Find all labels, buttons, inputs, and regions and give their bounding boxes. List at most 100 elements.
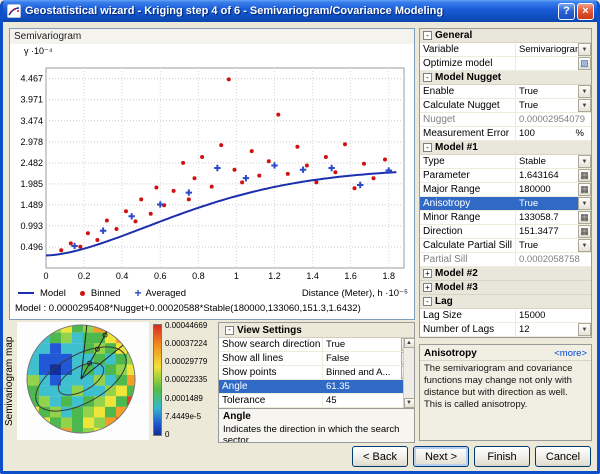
property-row[interactable]: Minor Range 133058.7 ▦ xyxy=(420,211,591,225)
semivariogram-map[interactable] xyxy=(17,322,149,440)
property-row[interactable]: Measurement Error 100% xyxy=(420,127,591,141)
property-row[interactable]: Parameter 1.643164 ▦ xyxy=(420,169,591,183)
calculator-icon[interactable]: ▦ xyxy=(578,225,591,238)
colorbar-tick-label: 0.00022335 xyxy=(165,375,208,385)
svg-text:0.2: 0.2 xyxy=(78,271,91,281)
expand-icon[interactable]: + xyxy=(423,283,432,292)
expand-icon[interactable]: + xyxy=(423,269,432,278)
property-value[interactable]: True ▼ xyxy=(516,99,591,112)
property-value[interactable]: 0.0002058758 xyxy=(516,253,591,266)
semivariogram-chart[interactable]: 0.496 0.993 1.489 1.985 2.482 2.978 3.474 3.971… xyxy=(10,58,414,284)
dropdown-arrow-icon[interactable]: ▼ xyxy=(578,197,591,210)
calculator-icon[interactable]: ▦ xyxy=(578,183,591,196)
scroll-down-icon[interactable]: ▼ xyxy=(403,398,415,408)
property-row[interactable]: Lag Size 15000 xyxy=(420,309,591,323)
more-link[interactable]: <more> xyxy=(554,348,587,359)
property-row[interactable]: Variable Semivariogram ▼ xyxy=(420,43,591,57)
property-value[interactable]: 180000 ▦ xyxy=(516,183,591,196)
close-button[interactable]: × xyxy=(577,2,594,20)
property-row[interactable]: Direction 151.3477 ▦ xyxy=(420,225,591,239)
property-label: Measurement Error xyxy=(420,127,516,140)
property-value[interactable]: 45 xyxy=(323,394,414,407)
property-value[interactable]: 1.643164 ▦ xyxy=(516,169,591,182)
back-button[interactable]: < Back xyxy=(352,446,408,467)
dropdown-arrow-icon[interactable]: ▼ xyxy=(578,155,591,168)
property-value[interactable]: True▼ xyxy=(516,85,591,98)
property-value[interactable]: Stable ▼ xyxy=(516,155,591,168)
view-settings-scrollbar[interactable]: ▲ ▼ xyxy=(403,338,415,408)
property-row[interactable]: Number of Lags 12 ▼ xyxy=(420,323,591,337)
colorbar-tick-label: 0.0001489 xyxy=(165,393,203,403)
property-row[interactable]: Tolerance 45 xyxy=(219,394,414,408)
view-settings-header[interactable]: - View Settings xyxy=(219,323,414,338)
calculator-icon[interactable]: ▦ xyxy=(578,211,591,224)
property-value[interactable]: True▼ xyxy=(516,239,591,252)
property-row[interactable]: Show pointsBinned and A...▼ xyxy=(219,366,414,380)
property-value-text: True xyxy=(519,100,539,111)
y-axis-unit: γ ·10⁻⁴ xyxy=(24,46,53,56)
property-row[interactable]: Nugget 0.00002954079 xyxy=(420,113,591,127)
collapse-icon[interactable]: - xyxy=(423,31,432,40)
collapse-icon[interactable]: - xyxy=(423,297,432,306)
property-value[interactable]: 133058.7 ▦ xyxy=(516,211,591,224)
property-value[interactable]: False▼ xyxy=(323,352,414,365)
property-value[interactable]: 0.00002954079 xyxy=(516,113,591,126)
group-label: General xyxy=(435,30,473,41)
colorbar-tick-label: 7.4449e-5 xyxy=(165,411,202,421)
dropdown-arrow-icon[interactable]: ▼ xyxy=(578,323,591,336)
calculator-icon[interactable]: ▦ xyxy=(578,169,591,182)
property-row[interactable]: Major Range 180000 ▦ xyxy=(420,183,591,197)
title-bar[interactable]: Geostatistical wizard - Kriging step 4 o… xyxy=(3,0,597,22)
view-settings-grid: Show search directionTrue▼Show all lines… xyxy=(219,338,414,408)
cancel-button[interactable]: Cancel xyxy=(535,446,591,467)
property-row[interactable]: Show search directionTrue▼ xyxy=(219,338,414,352)
svg-text:0.4: 0.4 xyxy=(116,271,129,281)
dropdown-arrow-icon[interactable]: ▼ xyxy=(578,85,591,98)
property-value-text: 0.0002058758 xyxy=(519,254,580,265)
help-box: Anisotropy <more> The semivariogram and … xyxy=(419,344,592,441)
property-row[interactable]: Calculate Partial Sill True ▼ xyxy=(420,239,591,253)
optimize-model-icon[interactable]: ▧ xyxy=(578,57,591,70)
property-value[interactable]: 100% xyxy=(516,127,591,140)
property-value[interactable]: ▧ xyxy=(516,57,591,70)
group-label: Model Nugget xyxy=(435,72,502,83)
property-value[interactable]: 15000 xyxy=(516,309,591,322)
property-row[interactable]: Show all linesFalse▼ xyxy=(219,352,414,366)
finish-button[interactable]: Finish xyxy=(474,446,530,467)
property-group-row[interactable]: + Model #3 xyxy=(420,281,591,295)
property-value[interactable]: True▼ xyxy=(516,197,591,210)
property-group-row[interactable]: + Model #2 xyxy=(420,267,591,281)
svg-text:0.496: 0.496 xyxy=(20,242,43,252)
collapse-icon[interactable]: - xyxy=(423,143,432,152)
dropdown-arrow-icon[interactable]: ▼ xyxy=(578,43,591,56)
property-group-row[interactable]: - General xyxy=(420,29,591,43)
property-value[interactable]: 151.3477 ▦ xyxy=(516,225,591,238)
property-row[interactable]: Calculate Nugget True ▼ xyxy=(420,99,591,113)
property-row[interactable]: Enable True ▼ xyxy=(420,85,591,99)
property-row[interactable]: Type Stable ▼ xyxy=(420,155,591,169)
property-label: Direction xyxy=(420,225,516,238)
x-axis-label: Distance (Meter), h ·10⁻⁵ xyxy=(301,287,408,299)
scroll-up-icon[interactable]: ▲ xyxy=(403,338,415,348)
collapse-icon[interactable]: - xyxy=(225,325,234,335)
property-row[interactable]: Partial Sill 0.0002058758 xyxy=(420,253,591,267)
property-row[interactable]: Anisotropy True ▼ xyxy=(420,197,591,211)
property-value-text: 0.00002954079 xyxy=(519,114,586,125)
collapse-icon[interactable]: - xyxy=(423,73,432,82)
property-row[interactable]: Optimize model ▧ xyxy=(420,57,591,71)
help-button[interactable]: ? xyxy=(558,2,575,20)
property-value[interactable]: Semivariogram ▼ xyxy=(516,43,591,56)
property-group-row[interactable]: - Lag xyxy=(420,295,591,309)
property-group-row[interactable]: - Model Nugget xyxy=(420,71,591,85)
property-value[interactable]: Binned and A...▼ xyxy=(323,366,414,379)
dropdown-arrow-icon[interactable]: ▼ xyxy=(578,239,591,252)
dropdown-arrow-icon[interactable]: ▼ xyxy=(578,99,591,112)
property-group-row[interactable]: - Model #1 xyxy=(420,141,591,155)
property-row[interactable]: Angle 61.35 xyxy=(219,380,414,394)
property-value-text: Semivariogram xyxy=(519,44,583,55)
svg-text:3.971: 3.971 xyxy=(20,95,43,105)
property-value[interactable]: 61.35 xyxy=(323,380,414,393)
next-button[interactable]: Next > xyxy=(413,446,469,467)
property-value[interactable]: 12 ▼ xyxy=(516,323,591,336)
property-value[interactable]: True▼ xyxy=(323,338,414,351)
